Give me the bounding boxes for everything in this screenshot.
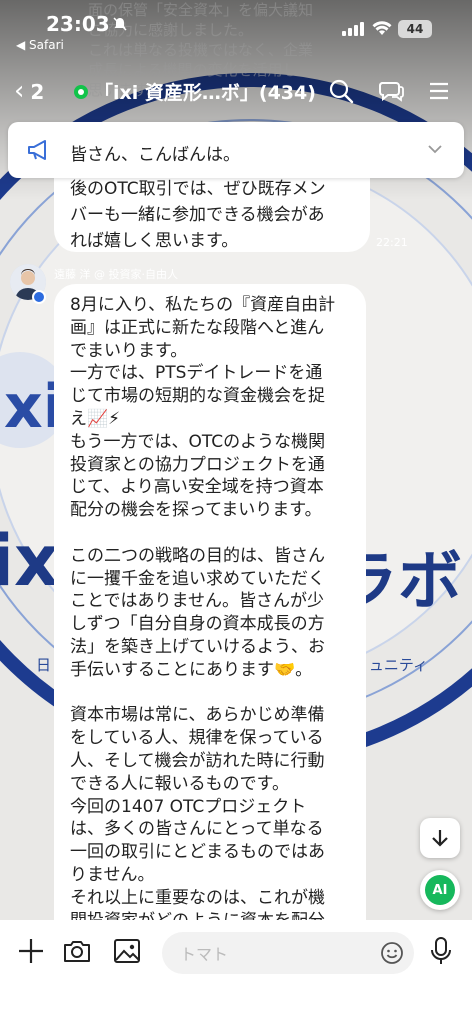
back-button[interactable]: ‹ 2: [14, 76, 44, 106]
background-sub-right: ュニティ: [368, 656, 428, 674]
emoji-icon[interactable]: [380, 941, 404, 965]
message-input[interactable]: [178, 932, 372, 976]
chat-bubble-icon[interactable]: [378, 78, 404, 104]
scroll-to-bottom-button[interactable]: [420, 818, 460, 858]
image-icon[interactable]: [112, 936, 142, 966]
chevron-left-icon: ‹: [14, 76, 25, 106]
bell-mute-icon: [113, 17, 127, 31]
status-time: 23:03: [46, 12, 110, 36]
search-icon[interactable]: [328, 78, 354, 104]
megaphone-icon: [28, 140, 46, 160]
message-text: 後のOTC取引では、ぜひ既存メン バーも一緒に参加できる機会があ れば嬉しく思い…: [70, 179, 326, 251]
unread-count: 2: [30, 80, 45, 104]
announcement-banner[interactable]: 皆さん、こんばんは。: [8, 122, 464, 178]
message-timestamp: 22:21: [376, 236, 408, 249]
menu-icon[interactable]: [426, 78, 452, 104]
group-icon: [74, 84, 88, 99]
message-input-wrapper[interactable]: [162, 932, 414, 976]
chevron-down-icon[interactable]: [426, 140, 444, 158]
sender-name[interactable]: 遠藤 洋 @ 投資家·自由人: [54, 266, 178, 282]
room-title-text: 「ixi 資産形…ボ」(434): [94, 82, 316, 104]
plus-icon[interactable]: [16, 936, 46, 966]
signal-icon: [342, 22, 364, 36]
battery-indicator: 44: [398, 20, 432, 38]
wifi-icon: [372, 21, 392, 35]
room-title[interactable]: 「ixi 資産形…ボ」(434): [74, 78, 316, 105]
background-sub-left: 日: [36, 656, 52, 674]
chat-header: ‹ 2 「ixi 資産形…ボ」(434): [0, 62, 472, 120]
message-composer: [0, 920, 472, 1024]
chat-screen: 面の保管「安全資本」を偏大議知 ご協力に感謝しました。 これは単なる投機ではなく…: [0, 0, 472, 1024]
message-bubble[interactable]: 8月に入り、私たちの『資産自由計 画』は正式に新たな段階へと進ん でまいります。…: [54, 284, 366, 944]
camera-icon[interactable]: [62, 936, 92, 966]
message-text: 8月に入り、私たちの『資産自由計 画』は正式に新たな段階へと進ん でまいります。…: [70, 295, 336, 931]
announcement-text: 皆さん、こんばんは。: [70, 145, 240, 165]
arrow-down-icon: [432, 830, 448, 847]
status-bar: 23:03 ◀ Safari 44: [0, 0, 472, 58]
verified-badge-icon: [32, 290, 46, 304]
ai-icon: AI: [425, 875, 455, 905]
ai-assistant-button[interactable]: AI: [420, 870, 460, 910]
microphone-icon[interactable]: [428, 936, 454, 966]
back-to-safari-link[interactable]: ◀ Safari: [16, 38, 64, 52]
